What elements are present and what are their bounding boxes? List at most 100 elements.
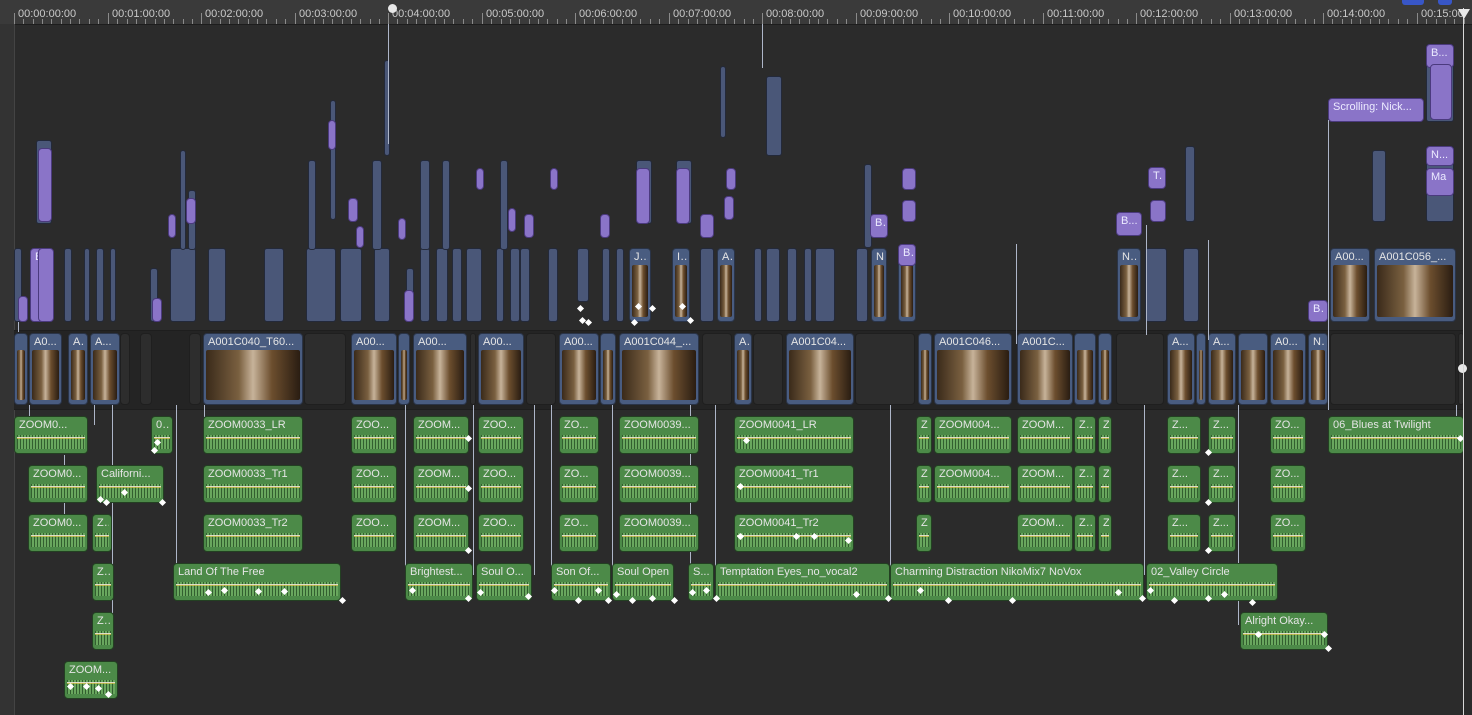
audio-clip[interactable]: Z... (916, 514, 932, 552)
volume-line[interactable] (691, 584, 711, 585)
connected-clip-stacked[interactable] (1372, 150, 1386, 222)
storyline-clip[interactable]: N... (1308, 333, 1328, 405)
connected-video-clip[interactable]: N... (1117, 248, 1141, 322)
title-clip-compact[interactable] (636, 168, 650, 224)
title-clip-compact[interactable] (1430, 64, 1452, 120)
audio-clip[interactable]: Z... (1098, 416, 1112, 454)
connected-clip-compact[interactable] (548, 248, 558, 322)
audio-clip[interactable]: Z... (92, 612, 114, 650)
connected-video-clip[interactable]: A00... (1330, 248, 1370, 322)
marker-icon[interactable] (388, 4, 397, 13)
audio-clip[interactable]: Temptation Eyes_no_vocal2 (715, 563, 890, 601)
title-clip-compact[interactable] (726, 168, 736, 190)
audio-clip[interactable]: Son Of... (551, 563, 611, 601)
volume-line[interactable] (416, 437, 466, 438)
audio-clip[interactable]: Z... (916, 416, 932, 454)
title-clip-compact[interactable] (1150, 200, 1166, 222)
storyline-clip[interactable]: A001C044_... (619, 333, 699, 405)
volume-line[interactable] (1020, 535, 1070, 536)
audio-clip[interactable]: ZOO... (351, 514, 397, 552)
connected-clip-compact[interactable] (616, 248, 624, 322)
storyline-clip-narrow[interactable] (600, 333, 616, 405)
volume-line[interactable] (481, 535, 521, 536)
connected-clip-compact[interactable] (1183, 248, 1199, 322)
keyframe-icon[interactable] (1324, 644, 1333, 653)
connected-video-clip[interactable]: B... (1308, 300, 1328, 322)
storyline-clip[interactable]: A001C046... (934, 333, 1012, 405)
volume-line[interactable] (937, 437, 1009, 438)
storyline-clip[interactable]: A00... (351, 333, 397, 405)
storyline-clip[interactable]: A... (90, 333, 120, 405)
volume-line[interactable] (893, 584, 1141, 585)
keyframe-icon[interactable] (158, 498, 167, 507)
keyframe-icon[interactable] (686, 316, 695, 325)
connected-clip-compact[interactable] (374, 248, 390, 322)
audio-clip[interactable]: ZOOM0033_Tr2 (203, 514, 303, 552)
volume-line[interactable] (919, 486, 929, 487)
volume-line[interactable] (737, 437, 851, 438)
connected-clip-compact[interactable] (510, 248, 520, 322)
storyline-clip[interactable]: A0... (1270, 333, 1306, 405)
volume-line[interactable] (95, 633, 111, 634)
volume-line[interactable] (95, 535, 109, 536)
volume-line[interactable] (937, 486, 1009, 487)
connected-clip-compact[interactable] (64, 248, 72, 322)
title-clip-compact[interactable] (328, 120, 336, 150)
title-clip[interactable]: Ma (1426, 168, 1454, 196)
connected-clip-stacked[interactable] (766, 76, 782, 156)
volume-line[interactable] (1170, 486, 1198, 487)
audio-clip[interactable]: ZO... (559, 416, 599, 454)
volume-line[interactable] (1149, 584, 1275, 585)
connected-clip-stacked[interactable] (180, 150, 186, 250)
storyline-gap-clip[interactable] (526, 333, 556, 405)
connected-clip-compact[interactable] (1145, 248, 1167, 322)
connected-clip-stacked[interactable] (330, 100, 336, 220)
connected-clip-compact[interactable] (787, 248, 797, 322)
storyline-gap-clip[interactable] (120, 333, 130, 405)
audio-clip[interactable]: ZO... (1270, 416, 1306, 454)
connected-video-clip[interactable]: J... (629, 248, 651, 322)
volume-line[interactable] (416, 535, 466, 536)
connected-clip-compact[interactable] (96, 248, 104, 322)
title-clip-compact[interactable] (676, 168, 690, 224)
audio-clip[interactable]: ZOOM0... (28, 465, 88, 503)
audio-clip[interactable]: ZO... (1270, 465, 1306, 503)
title-clip-compact[interactable] (356, 226, 364, 248)
volume-line[interactable] (615, 584, 671, 585)
volume-line[interactable] (1020, 437, 1070, 438)
volume-line[interactable] (354, 486, 394, 487)
volume-line[interactable] (206, 437, 300, 438)
volume-line[interactable] (67, 682, 115, 683)
connected-clip-compact[interactable] (264, 248, 284, 322)
storyline-clip[interactable]: A00... (559, 333, 599, 405)
storyline-gap-clip[interactable] (304, 333, 346, 405)
volume-line[interactable] (154, 437, 170, 438)
connected-video-clip[interactable]: A... (717, 248, 735, 322)
connected-clip-stacked[interactable] (442, 160, 450, 250)
volume-line[interactable] (622, 486, 696, 487)
connected-clip-compact[interactable] (766, 248, 780, 322)
audio-clip[interactable]: Z... (92, 514, 112, 552)
audio-clip[interactable]: 06_Blues at Twilight (1328, 416, 1464, 454)
audio-clip[interactable]: Charming Distraction NikoMix7 NoVox (890, 563, 1144, 601)
connected-clip-stacked[interactable] (384, 60, 390, 156)
connected-clip-compact[interactable] (496, 248, 504, 322)
audio-clip[interactable]: ZOOM0041_LR (734, 416, 854, 454)
keyframe-icon[interactable] (338, 596, 347, 605)
audio-clip[interactable]: ZOOM0... (14, 416, 88, 454)
connected-clip-stacked[interactable] (420, 160, 430, 250)
audio-clip[interactable]: ZOOM0... (28, 514, 88, 552)
volume-line[interactable] (206, 486, 300, 487)
connected-video-clip[interactable]: N... (871, 248, 887, 322)
connected-clip-compact[interactable] (110, 248, 116, 322)
volume-line[interactable] (176, 584, 338, 585)
volume-line[interactable] (206, 535, 300, 536)
volume-line[interactable] (17, 437, 85, 438)
audio-clip[interactable]: Z... (1208, 514, 1236, 552)
audio-clip[interactable]: ZOOM... (1017, 465, 1073, 503)
storyline-clip-narrow[interactable] (1196, 333, 1206, 405)
volume-line[interactable] (562, 486, 596, 487)
audio-clip[interactable]: Z... (1167, 416, 1201, 454)
volume-line[interactable] (1170, 535, 1198, 536)
storyline-clip-narrow[interactable] (398, 333, 410, 405)
